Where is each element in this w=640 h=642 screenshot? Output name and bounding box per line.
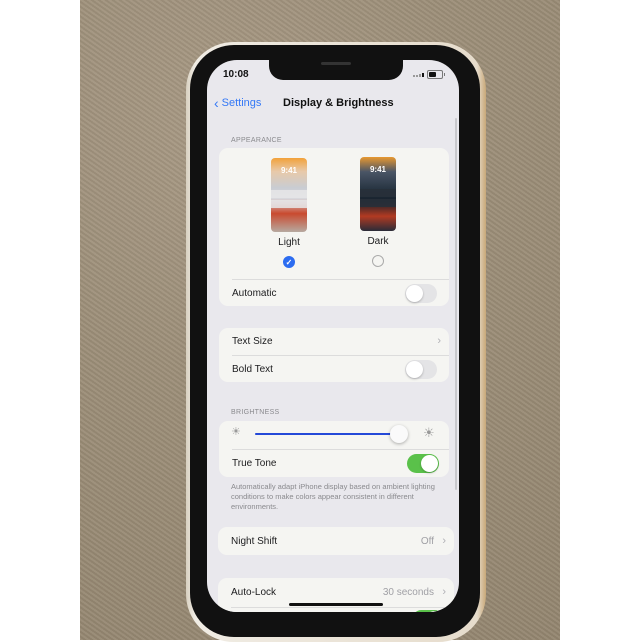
night-shift-row[interactable]: Night Shift Off ›	[218, 528, 454, 554]
true-tone-label: True Tone	[232, 457, 277, 469]
slider-thumb[interactable]	[390, 425, 408, 443]
automatic-toggle[interactable]	[405, 283, 437, 303]
dark-theme-preview[interactable]: 9:41	[360, 157, 396, 231]
night-shift-value: Off	[420, 535, 434, 547]
home-indicator[interactable]	[289, 603, 383, 606]
status-time: 10:08	[223, 69, 249, 80]
partial-toggle[interactable]	[412, 610, 444, 612]
notch	[269, 60, 403, 80]
true-tone-footnote: Automatically adapt iPhone display based…	[231, 482, 435, 511]
text-size-label: Text Size	[232, 335, 273, 347]
back-button[interactable]: ‹ Settings	[214, 96, 261, 110]
battery-icon	[427, 70, 445, 79]
preview-time: 9:41	[369, 165, 386, 174]
slider-fill	[255, 433, 399, 435]
chevron-left-icon: ‹	[214, 95, 219, 111]
light-radio-checked[interactable]: ✓	[283, 256, 295, 268]
page-title: Display & Brightness	[283, 97, 394, 109]
light-label: Light	[278, 237, 300, 248]
navigation-bar: ‹ Settings Display & Brightness	[207, 96, 459, 116]
light-theme-preview[interactable]: 9:41	[271, 158, 307, 232]
automatic-row: Automatic	[219, 280, 449, 306]
speaker	[321, 62, 351, 65]
phone-screen: 10:08 ‹ Settings Display & Brightness AP…	[207, 60, 459, 612]
chevron-right-icon: ›	[437, 335, 441, 347]
chevron-right-icon: ›	[442, 535, 446, 547]
brightness-card: ☀ ☀ True Tone	[219, 421, 449, 477]
auto-lock-row[interactable]: Auto-Lock 30 seconds ›	[218, 579, 454, 605]
preview-time: 9:41	[280, 166, 297, 175]
night-shift-label: Night Shift	[231, 535, 278, 547]
bold-text-label: Bold Text	[232, 363, 273, 375]
dark-label: Dark	[367, 236, 389, 247]
appearance-header: APPEARANCE	[231, 137, 282, 144]
bold-text-row: Bold Text	[219, 356, 449, 382]
bold-text-toggle[interactable]	[405, 359, 437, 379]
auto-lock-label: Auto-Lock	[231, 586, 277, 598]
checkmark-icon: ✓	[285, 258, 293, 267]
separator	[231, 607, 454, 608]
automatic-label: Automatic	[232, 287, 277, 299]
status-icons	[413, 70, 445, 79]
brightness-slider-row: ☀ ☀	[219, 421, 449, 447]
sun-high-icon: ☀	[423, 425, 435, 440]
lock-card: Auto-Lock 30 seconds ›	[218, 578, 454, 612]
text-card: Text Size › Bold Text	[219, 328, 449, 382]
sun-low-icon: ☀	[231, 426, 241, 438]
auto-lock-value: 30 seconds	[382, 586, 434, 598]
true-tone-toggle[interactable]	[407, 453, 439, 473]
scrollbar[interactable]	[455, 118, 457, 490]
brightness-header: BRIGHTNESS	[231, 409, 280, 416]
dark-radio[interactable]	[372, 255, 384, 267]
night-shift-card: Night Shift Off ›	[218, 527, 454, 555]
chevron-right-icon: ›	[442, 586, 446, 598]
brightness-slider[interactable]	[255, 425, 408, 443]
back-label: Settings	[221, 97, 262, 109]
true-tone-row: True Tone	[219, 450, 449, 476]
cellular-signal-icon	[413, 72, 424, 77]
appearance-card: 9:41 9:41 Light Dark ✓ Automatic	[219, 148, 449, 306]
text-size-row[interactable]: Text Size ›	[219, 328, 449, 354]
